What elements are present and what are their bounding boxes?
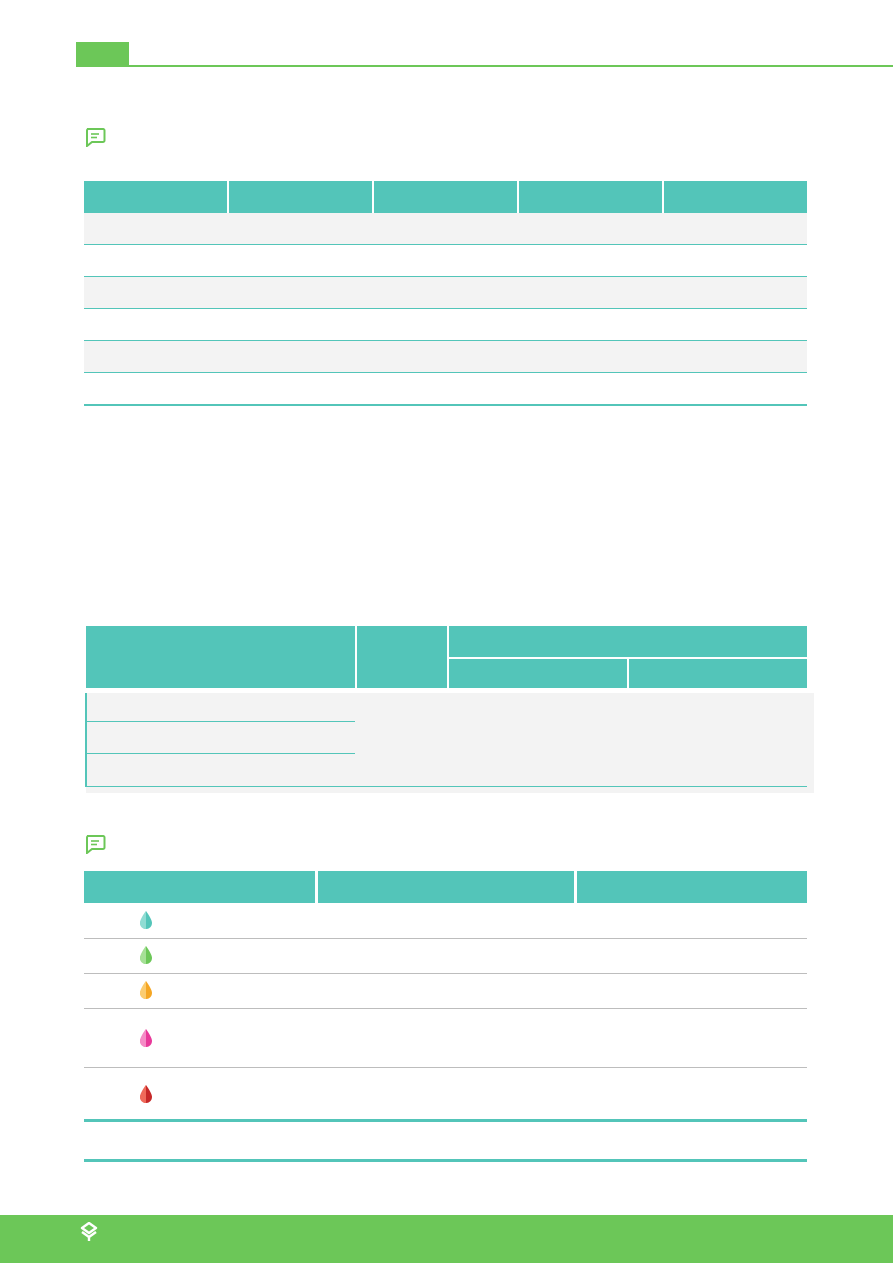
- table-3-header-cell: [577, 871, 807, 903]
- table-row: [86, 721, 355, 722]
- table-2-header-subcell: [449, 659, 627, 688]
- table-row: [84, 213, 807, 245]
- header-tab: [76, 42, 129, 66]
- table-1-header: [84, 181, 807, 213]
- table-row: [84, 341, 807, 373]
- table-2-body: [86, 693, 814, 793]
- red-drop-icon: [140, 1085, 152, 1103]
- table-2-header-cell: [86, 626, 355, 688]
- table-3-footer-rule: [84, 1159, 807, 1162]
- comment-note-icon: [86, 835, 106, 854]
- table-row: [84, 938, 807, 939]
- table-row: [84, 245, 807, 277]
- table-2-header-subcell: [629, 659, 807, 688]
- table-1-header-cell: [519, 181, 662, 213]
- table-row: [86, 753, 355, 754]
- table-row: [84, 1008, 807, 1009]
- footer-bar: [0, 1215, 893, 1263]
- table-1-header-cell: [229, 181, 372, 213]
- comment-note-icon: [86, 128, 106, 147]
- table-1-header-cell: [84, 181, 227, 213]
- data-table-1: [84, 181, 807, 406]
- table-1-footer-rule: [84, 404, 807, 406]
- table-row: [86, 786, 807, 787]
- pink-drop-icon: [140, 1029, 152, 1047]
- orange-drop-icon: [140, 981, 152, 999]
- brand-logo-icon: [80, 1222, 98, 1241]
- table-3-header-cell: [84, 871, 315, 903]
- table-2-left-rule: [85, 693, 87, 787]
- teal-drop-icon: [140, 911, 152, 929]
- table-1-header-cell: [374, 181, 517, 213]
- table-row: [84, 277, 807, 309]
- table-row: [84, 1067, 807, 1068]
- table-2-header-group: [449, 626, 807, 657]
- table-row: [84, 309, 807, 341]
- header-rule: [76, 65, 893, 67]
- table-3-total-rule: [84, 1119, 807, 1122]
- table-3-header-cell: [318, 871, 574, 903]
- table-1-header-cell: [664, 181, 807, 213]
- green-drop-icon: [140, 946, 152, 964]
- table-row: [84, 973, 807, 974]
- table-2-header-cell: [357, 626, 447, 688]
- table-row: [84, 373, 807, 404]
